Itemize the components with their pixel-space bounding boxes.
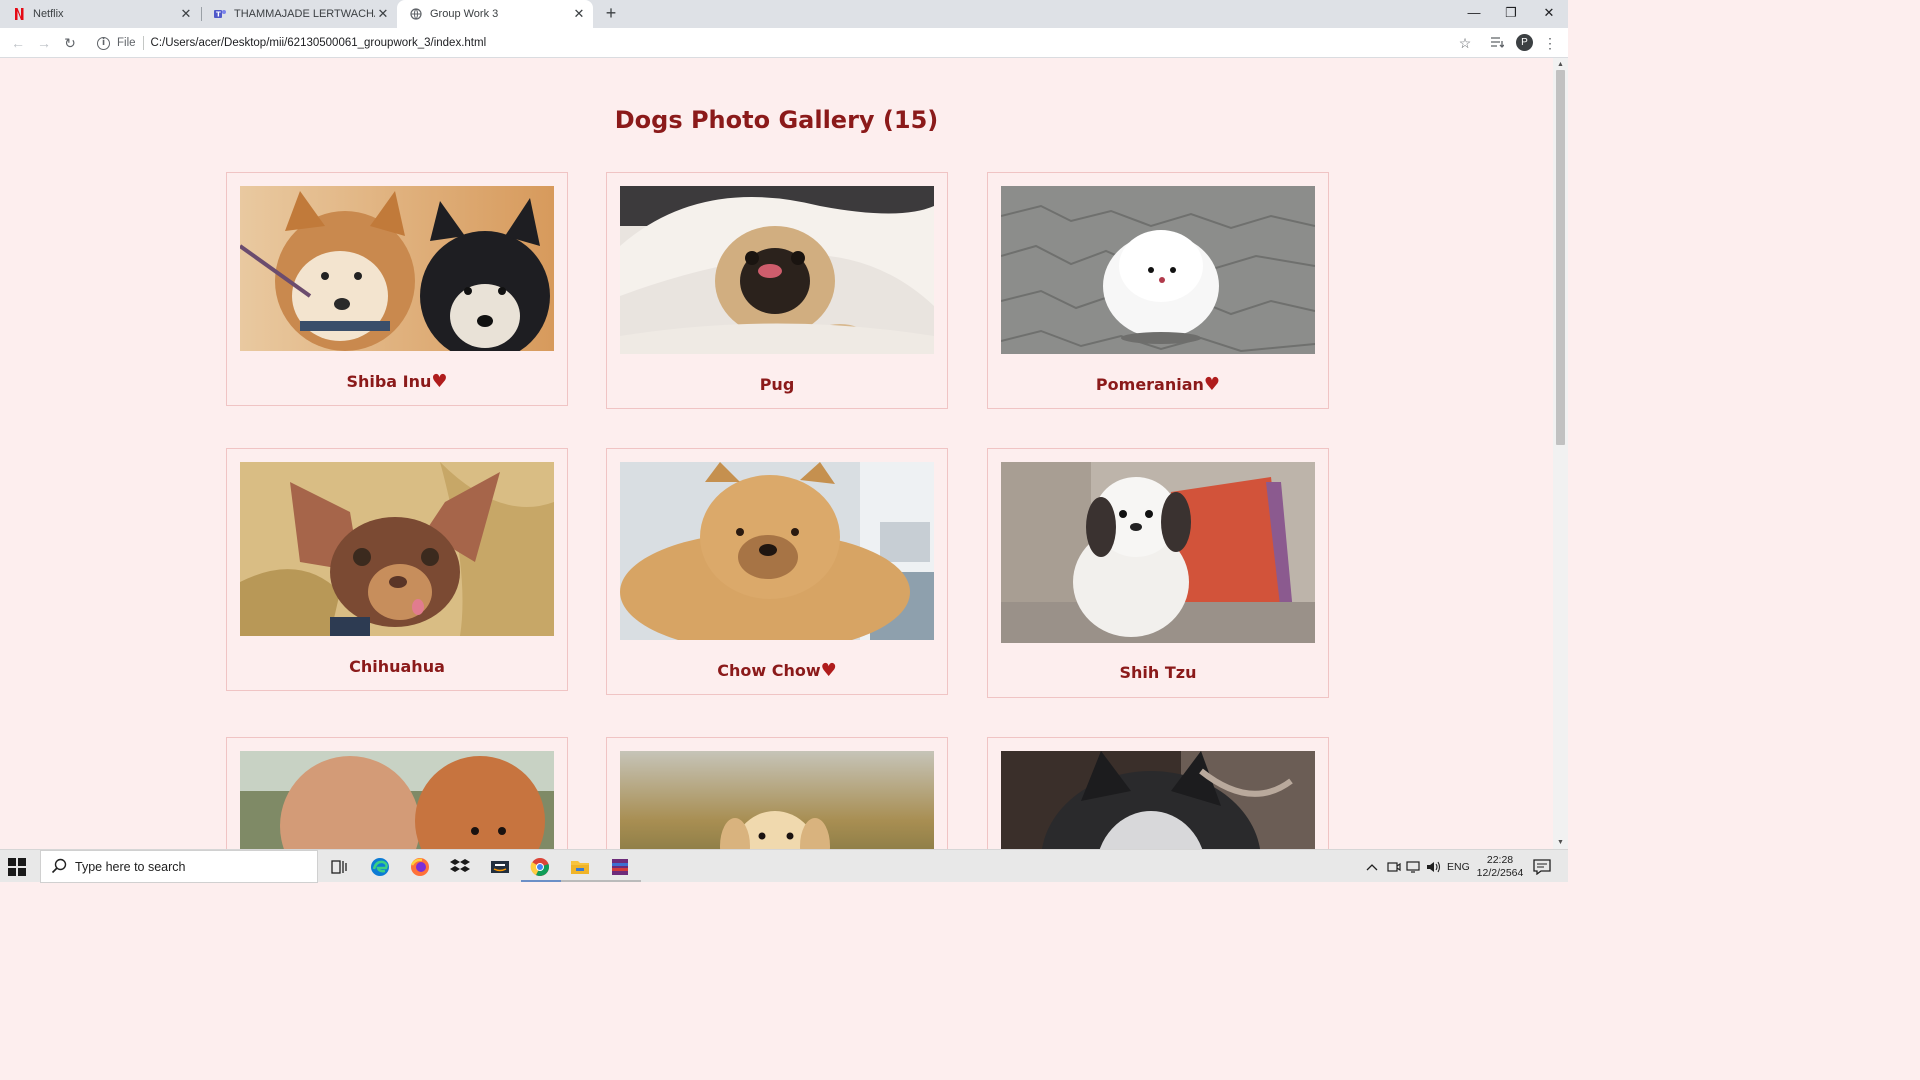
profile-avatar[interactable]: P — [1516, 34, 1533, 51]
file-explorer-icon[interactable] — [569, 856, 591, 878]
dog-name-caption: Shih Tzu — [988, 663, 1328, 682]
teams-icon: T — [214, 8, 226, 20]
dog-photo-pug — [620, 186, 934, 354]
dog-name: Chow Chow — [717, 661, 821, 680]
dog-name-caption: Pomeranian♥ — [988, 374, 1328, 395]
show-hidden-icons-icon[interactable] — [1366, 850, 1378, 883]
close-tab-icon[interactable]: ✕ — [178, 6, 194, 22]
network-icon[interactable] — [1406, 850, 1422, 883]
menu-kebab-icon[interactable]: ⋮ — [1540, 33, 1560, 53]
tab-label: THAMMAJADE LERTWACHARA | — [234, 8, 375, 20]
page-viewport: Dogs Photo Gallery (15) Shiba Inu♥ Pug P… — [0, 58, 1553, 849]
edge-browser-icon[interactable] — [369, 856, 391, 878]
dog-photo-chihuahua — [240, 462, 554, 636]
divider — [142, 36, 144, 50]
svg-text:T: T — [216, 11, 221, 19]
dog-photo — [620, 751, 934, 849]
tab-teams[interactable]: T THAMMAJADE LERTWACHARA | ✕ — [201, 0, 397, 28]
info-icon[interactable]: i — [97, 36, 110, 50]
dog-card[interactable]: Pomeranian♥ — [987, 172, 1329, 409]
forward-arrow-icon[interactable]: → — [34, 33, 54, 53]
bookmark-star-icon[interactable]: ☆ — [1455, 33, 1475, 53]
dog-card[interactable]: Shih Tzu — [987, 448, 1329, 698]
url-text[interactable]: C:/Users/acer/Desktop/mii/62130500061_gr… — [151, 37, 487, 49]
search-icon — [51, 858, 69, 876]
dog-card[interactable] — [606, 737, 948, 849]
scroll-thumb[interactable] — [1556, 70, 1565, 445]
dog-card[interactable]: Shiba Inu♥ — [226, 172, 568, 406]
scheme-label: File — [117, 37, 136, 49]
task-view-icon[interactable] — [329, 856, 351, 878]
amazon-icon[interactable] — [489, 856, 511, 878]
notifications-icon[interactable] — [1533, 850, 1551, 883]
dog-name-caption: Chihuahua — [227, 657, 567, 676]
heart-icon: ♥ — [1203, 374, 1221, 395]
clock-time: 22:28 — [1486, 853, 1514, 866]
dog-name: Pug — [759, 375, 795, 394]
open-app-indicator — [601, 880, 641, 882]
taskbar-search-box[interactable]: Type here to search — [40, 850, 318, 883]
scroll-down-arrow-icon[interactable]: ▼ — [1556, 838, 1565, 847]
search-placeholder: Type here to search — [75, 859, 186, 874]
system-clock[interactable]: 22:28 12/2/2564 — [1476, 850, 1524, 883]
tab-label: Netflix — [33, 8, 64, 20]
dog-name: Pomeranian — [1095, 375, 1204, 394]
reading-list-icon[interactable] — [1487, 33, 1507, 53]
globe-icon — [410, 8, 422, 20]
windows-taskbar: Type here to search ENG 22:28 12/2/2564 — [0, 849, 1568, 883]
dog-photo-pomeranian — [1001, 186, 1315, 354]
clock-date: 12/2/2564 — [1476, 866, 1524, 879]
vertical-scrollbar[interactable]: ▲ ▼ — [1553, 58, 1568, 849]
dog-name-caption: Chow Chow♥ — [607, 660, 947, 681]
tab-strip: Netflix ✕ T THAMMAJADE LERTWACHARA | ✕ G… — [0, 0, 1568, 28]
back-arrow-icon[interactable]: ← — [8, 33, 28, 53]
dog-photo-shiba-inu — [240, 186, 554, 351]
dog-photo — [1001, 751, 1315, 849]
netflix-icon — [13, 8, 25, 20]
heart-icon: ♥ — [820, 660, 837, 681]
dropbox-icon[interactable] — [449, 856, 471, 878]
dog-name: Shiba Inu — [346, 372, 432, 391]
heart-icon: ♥ — [431, 371, 448, 392]
dog-card[interactable] — [987, 737, 1329, 849]
close-window-icon[interactable]: ✕ — [1531, 0, 1567, 28]
chrome-icon[interactable] — [529, 856, 551, 878]
new-tab-button[interactable]: + — [601, 2, 621, 26]
restore-icon[interactable]: ❐ — [1493, 0, 1529, 28]
meet-now-icon[interactable] — [1387, 850, 1401, 883]
winrar-icon[interactable] — [609, 856, 631, 878]
address-bar[interactable]: i File C:/Users/acer/Desktop/mii/6213050… — [88, 31, 1478, 55]
windows-start-icon[interactable] — [8, 858, 26, 876]
active-app-indicator — [521, 880, 561, 882]
dog-card[interactable]: Pug — [606, 172, 948, 409]
tab-netflix[interactable]: Netflix ✕ — [0, 0, 200, 28]
dog-photo-shih-tzu — [1001, 462, 1315, 643]
tab-label: Group Work 3 — [430, 8, 499, 20]
firefox-icon[interactable] — [409, 856, 431, 878]
dog-card[interactable]: Chow Chow♥ — [606, 448, 948, 695]
close-tab-icon[interactable]: ✕ — [375, 6, 391, 22]
reload-icon[interactable]: ↻ — [60, 33, 80, 53]
dog-photo — [240, 751, 554, 849]
tab-group-work[interactable]: Group Work 3 ✕ — [397, 0, 593, 28]
browser-toolbar: ← → ↻ i File C:/Users/acer/Desktop/mii/6… — [0, 28, 1568, 58]
dog-name: Chihuahua — [349, 657, 445, 676]
open-app-indicator — [561, 880, 601, 882]
close-tab-icon[interactable]: ✕ — [571, 6, 587, 22]
dog-card[interactable]: Chihuahua — [226, 448, 568, 691]
volume-icon[interactable] — [1426, 850, 1442, 883]
minimize-icon[interactable]: — — [1456, 0, 1492, 28]
dog-photo-chow-chow — [620, 462, 934, 640]
dog-name-caption: Shiba Inu♥ — [227, 371, 567, 392]
scroll-up-arrow-icon[interactable]: ▲ — [1556, 60, 1565, 69]
dog-name-caption: Pug — [607, 375, 947, 394]
page-title: Dogs Photo Gallery (15) — [614, 106, 939, 134]
input-language[interactable]: ENG — [1447, 850, 1470, 883]
dog-card[interactable] — [226, 737, 568, 849]
dog-name: Shih Tzu — [1119, 663, 1197, 682]
